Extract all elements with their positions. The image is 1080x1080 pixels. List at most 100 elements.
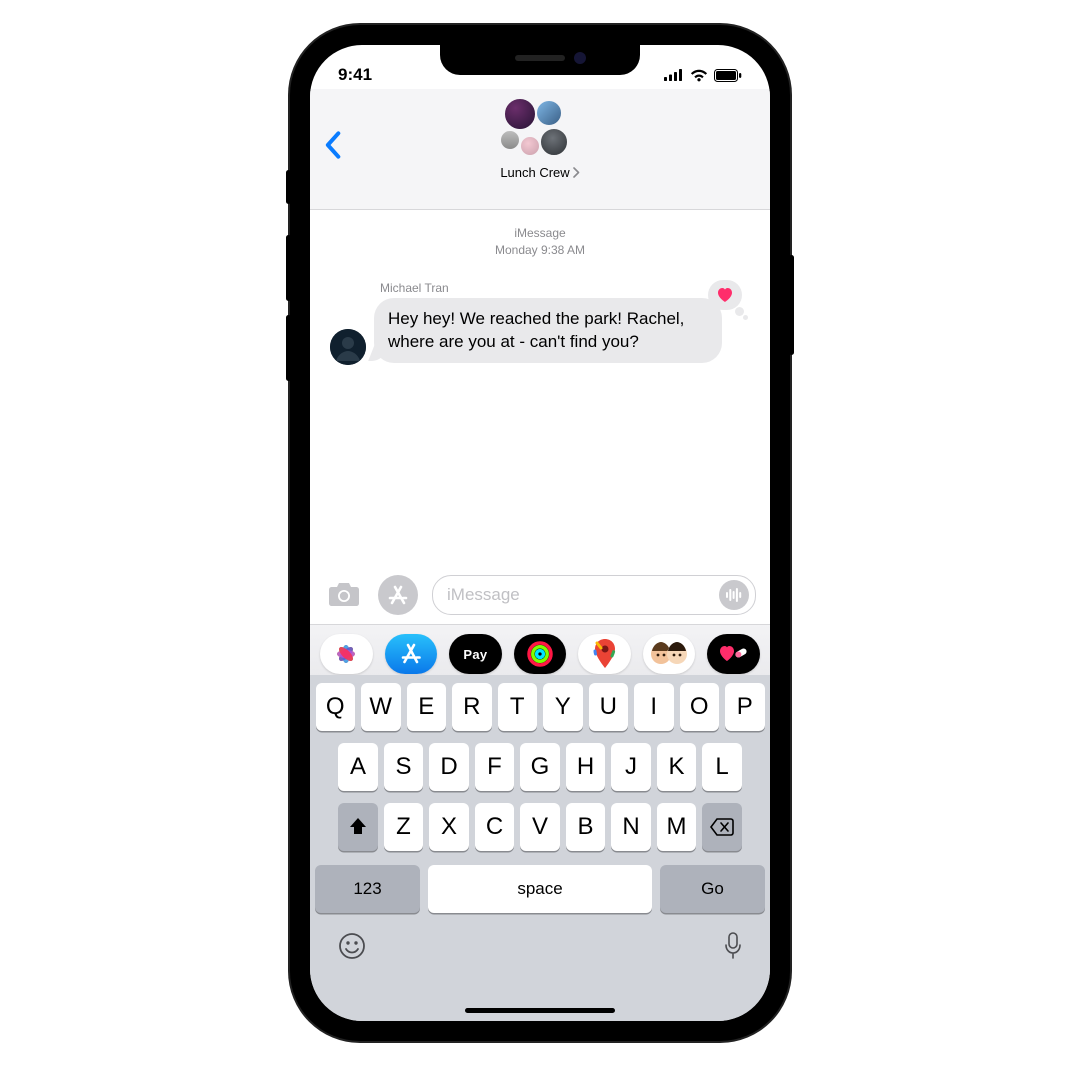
screen: 9:41 Lunch Crew bbox=[310, 45, 770, 1021]
app-apple-pay[interactable]: Pay bbox=[449, 634, 502, 674]
keyboard: Q W E R T Y U I O P A S D F G H J K L bbox=[310, 675, 770, 1021]
heart-pill-icon bbox=[719, 644, 749, 664]
avatar bbox=[519, 135, 541, 157]
key-x[interactable]: X bbox=[429, 803, 469, 851]
service-label: iMessage bbox=[310, 225, 770, 242]
camera-icon bbox=[327, 581, 361, 609]
thread-timestamp: iMessage Monday 9:38 AM bbox=[310, 225, 770, 259]
camera-button[interactable] bbox=[324, 575, 364, 615]
app-photos[interactable] bbox=[320, 634, 373, 674]
appstore-icon bbox=[398, 641, 424, 667]
emoji-icon bbox=[337, 931, 367, 961]
avatar bbox=[535, 99, 563, 127]
key-g[interactable]: G bbox=[520, 743, 560, 791]
compose-bar: iMessage bbox=[310, 567, 770, 623]
appstore-a-icon bbox=[386, 583, 410, 607]
avatar bbox=[503, 97, 537, 131]
bubble-tail bbox=[368, 345, 386, 361]
app-memoji[interactable] bbox=[643, 634, 696, 674]
app-fitness[interactable] bbox=[514, 634, 567, 674]
key-p[interactable]: P bbox=[725, 683, 765, 731]
input-placeholder: iMessage bbox=[447, 585, 520, 605]
app-drawer-button[interactable] bbox=[378, 575, 418, 615]
key-l[interactable]: L bbox=[702, 743, 742, 791]
chevron-left-icon bbox=[324, 131, 341, 159]
key-h[interactable]: H bbox=[566, 743, 606, 791]
wifi-icon bbox=[690, 69, 708, 82]
key-k[interactable]: K bbox=[657, 743, 697, 791]
key-shift[interactable] bbox=[338, 803, 378, 851]
timestamp-label: Monday 9:38 AM bbox=[310, 242, 770, 259]
home-indicator[interactable] bbox=[465, 1008, 615, 1013]
key-z[interactable]: Z bbox=[384, 803, 424, 851]
key-i[interactable]: I bbox=[634, 683, 674, 731]
power-button bbox=[789, 255, 794, 355]
key-e[interactable]: E bbox=[407, 683, 447, 731]
key-go[interactable]: Go bbox=[660, 865, 765, 913]
key-f[interactable]: F bbox=[475, 743, 515, 791]
key-r[interactable]: R bbox=[452, 683, 492, 731]
key-numbers[interactable]: 123 bbox=[315, 865, 420, 913]
microphone-icon bbox=[723, 931, 743, 961]
cellular-icon bbox=[664, 69, 684, 81]
sender-avatar[interactable] bbox=[330, 329, 366, 365]
key-s[interactable]: S bbox=[384, 743, 424, 791]
maps-pin-icon bbox=[593, 639, 617, 669]
avatar-placeholder-icon bbox=[330, 329, 366, 365]
keyboard-row-2: A S D F G H J K L bbox=[315, 743, 765, 791]
volume-up bbox=[286, 235, 291, 301]
audio-message-button[interactable] bbox=[719, 580, 749, 610]
message-input[interactable]: iMessage bbox=[432, 575, 756, 615]
app-appstore[interactable] bbox=[385, 634, 438, 674]
key-o[interactable]: O bbox=[680, 683, 720, 731]
incoming-message[interactable]: Michael Tran Hey hey! We reached the par… bbox=[324, 281, 770, 364]
key-t[interactable]: T bbox=[498, 683, 538, 731]
dictation-button[interactable] bbox=[723, 931, 743, 966]
key-c[interactable]: C bbox=[475, 803, 515, 851]
photos-icon bbox=[333, 641, 359, 667]
keyboard-row-3: Z X C V B N M bbox=[315, 803, 765, 851]
group-avatar-cluster[interactable] bbox=[495, 97, 585, 163]
keyboard-footer bbox=[315, 925, 765, 966]
key-space[interactable]: space bbox=[428, 865, 652, 913]
key-q[interactable]: Q bbox=[316, 683, 356, 731]
key-n[interactable]: N bbox=[611, 803, 651, 851]
avatar bbox=[499, 129, 521, 151]
message-thread[interactable]: iMessage Monday 9:38 AM Michael Tran Hey… bbox=[310, 209, 770, 561]
key-m[interactable]: M bbox=[657, 803, 697, 851]
shift-icon bbox=[347, 816, 369, 838]
waveform-icon bbox=[725, 588, 743, 602]
back-button[interactable] bbox=[324, 131, 341, 164]
chevron-right-icon bbox=[573, 167, 580, 178]
key-v[interactable]: V bbox=[520, 803, 560, 851]
conversation-header: Lunch Crew bbox=[310, 89, 770, 210]
mute-switch bbox=[286, 170, 291, 204]
emoji-button[interactable] bbox=[337, 931, 367, 966]
key-d[interactable]: D bbox=[429, 743, 469, 791]
status-time: 9:41 bbox=[338, 65, 372, 85]
heart-icon bbox=[716, 287, 734, 303]
key-b[interactable]: B bbox=[566, 803, 606, 851]
keyboard-row-1: Q W E R T Y U I O P bbox=[315, 683, 765, 731]
avatar bbox=[539, 127, 569, 157]
key-a[interactable]: A bbox=[338, 743, 378, 791]
apple-pay-label: Pay bbox=[463, 647, 487, 662]
memoji-icon bbox=[649, 639, 689, 669]
app-maps[interactable] bbox=[578, 634, 631, 674]
group-name-button[interactable]: Lunch Crew bbox=[310, 165, 770, 180]
key-w[interactable]: W bbox=[361, 683, 401, 731]
backspace-icon bbox=[709, 817, 735, 837]
key-u[interactable]: U bbox=[589, 683, 629, 731]
key-backspace[interactable] bbox=[702, 803, 742, 851]
battery-icon bbox=[714, 69, 742, 82]
heart-reaction[interactable] bbox=[708, 280, 742, 310]
keyboard-row-bottom: 123 space Go bbox=[315, 865, 765, 913]
message-bubble[interactable]: Hey hey! We reached the park! Rachel, wh… bbox=[374, 298, 722, 364]
key-j[interactable]: J bbox=[611, 743, 651, 791]
phone-frame: 9:41 Lunch Crew bbox=[290, 25, 790, 1041]
activity-rings-icon bbox=[526, 640, 554, 668]
volume-down bbox=[286, 315, 291, 381]
app-health[interactable] bbox=[707, 634, 760, 674]
key-y[interactable]: Y bbox=[543, 683, 583, 731]
notch bbox=[440, 45, 640, 75]
